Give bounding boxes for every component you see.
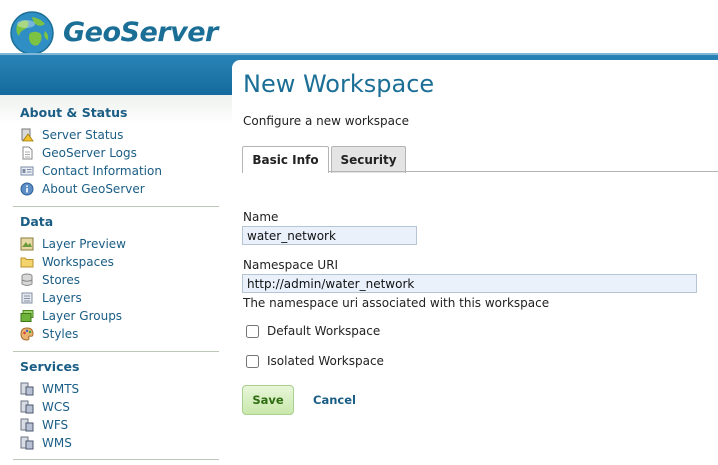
section-title-services: Services xyxy=(20,359,80,374)
sidebar-item-layer-preview[interactable]: Layer Preview xyxy=(20,235,126,253)
layer-group-icon xyxy=(20,309,34,323)
info-icon xyxy=(20,182,34,196)
name-label: Name xyxy=(243,210,279,224)
sidebar-item-about-geoserver[interactable]: About GeoServer xyxy=(20,180,162,198)
sidebar-item-server-status[interactable]: Server Status xyxy=(20,126,162,144)
sidebar-item-label: WMS xyxy=(42,436,72,450)
sidebar-item-layers[interactable]: Layers xyxy=(20,289,126,307)
service-icon xyxy=(20,400,34,414)
namespace-uri-label: Namespace URI xyxy=(243,258,339,272)
isolated-workspace-label: Isolated Workspace xyxy=(267,354,384,368)
sidebar-item-label: WMTS xyxy=(42,382,80,396)
default-workspace-row[interactable]: Default Workspace xyxy=(246,324,380,338)
sidebar-item-label: Workspaces xyxy=(42,255,114,269)
page-description: Configure a new workspace xyxy=(243,114,410,128)
sidebar-item-label: About GeoServer xyxy=(42,182,145,196)
default-workspace-label: Default Workspace xyxy=(267,324,381,338)
sidebar-item-geoserver-logs[interactable]: GeoServer Logs xyxy=(20,144,162,162)
app-header: GeoServer xyxy=(0,0,718,55)
sidebar-divider xyxy=(13,351,219,352)
section-title-data: Data xyxy=(20,214,54,229)
namespace-uri-hint: The namespace uri associated with this w… xyxy=(243,296,550,310)
sidebar-item-label: Server Status xyxy=(42,128,124,142)
service-icon xyxy=(20,436,34,450)
tab-security[interactable]: Security xyxy=(331,146,406,173)
page-title: New Workspace xyxy=(243,70,435,98)
service-icon xyxy=(20,418,34,432)
sidebar-section-about: About & Status Server Status GeoServer L… xyxy=(20,104,162,198)
sidebar-divider xyxy=(13,206,219,207)
isolated-workspace-checkbox[interactable] xyxy=(246,354,259,368)
tab-underline xyxy=(329,171,718,172)
contact-card-icon xyxy=(20,164,34,178)
sidebar-item-layer-groups[interactable]: Layer Groups xyxy=(20,307,126,325)
sidebar-item-styles[interactable]: Styles xyxy=(20,325,126,343)
sidebar-item-label: WFS xyxy=(42,418,69,432)
database-icon xyxy=(20,273,34,287)
section-title-about: About & Status xyxy=(20,105,128,120)
sidebar-item-label: Layer Preview xyxy=(42,237,126,251)
sidebar-item-contact-information[interactable]: Contact Information xyxy=(20,162,162,180)
sidebar: About & Status Server Status GeoServer L… xyxy=(0,95,232,465)
sidebar-item-stores[interactable]: Stores xyxy=(20,271,126,289)
default-workspace-checkbox[interactable] xyxy=(246,324,259,338)
sidebar-item-label: Styles xyxy=(42,327,79,341)
sidebar-item-wms[interactable]: WMS xyxy=(20,434,79,452)
sidebar-item-label: WCS xyxy=(42,400,70,414)
namespace-uri-input[interactable] xyxy=(242,274,697,293)
folder-icon xyxy=(20,255,34,269)
globe-logo-icon[interactable] xyxy=(8,9,56,57)
sidebar-item-label: Stores xyxy=(42,273,80,287)
server-status-icon xyxy=(20,128,34,142)
main-panel: New Workspace Configure a new workspace … xyxy=(232,60,718,465)
sidebar-item-wfs[interactable]: WFS xyxy=(20,416,79,434)
layers-icon xyxy=(20,291,34,305)
palette-icon xyxy=(20,327,34,341)
brand-name: GeoServer xyxy=(63,17,218,48)
sidebar-section-services: Services WMTS WCS WFS WMS xyxy=(20,358,79,452)
save-button[interactable]: Save xyxy=(242,385,294,415)
name-input[interactable] xyxy=(242,226,417,245)
tab-basic-info[interactable]: Basic Info xyxy=(242,146,329,173)
document-icon xyxy=(20,146,34,160)
sidebar-item-wcs[interactable]: WCS xyxy=(20,398,79,416)
sidebar-item-label: Layer Groups xyxy=(42,309,123,323)
isolated-workspace-row[interactable]: Isolated Workspace xyxy=(246,354,384,368)
sidebar-item-label: Layers xyxy=(42,291,82,305)
sidebar-divider xyxy=(13,459,219,460)
sidebar-item-label: GeoServer Logs xyxy=(42,146,137,160)
cancel-link[interactable]: Cancel xyxy=(313,393,356,407)
service-icon xyxy=(20,382,34,396)
sidebar-item-wmts[interactable]: WMTS xyxy=(20,380,79,398)
sidebar-section-data: Data Layer Preview Workspaces Stores Lay… xyxy=(20,213,126,343)
sidebar-item-label: Contact Information xyxy=(42,164,162,178)
sidebar-item-workspaces[interactable]: Workspaces xyxy=(20,253,126,271)
map-preview-icon xyxy=(20,237,34,251)
